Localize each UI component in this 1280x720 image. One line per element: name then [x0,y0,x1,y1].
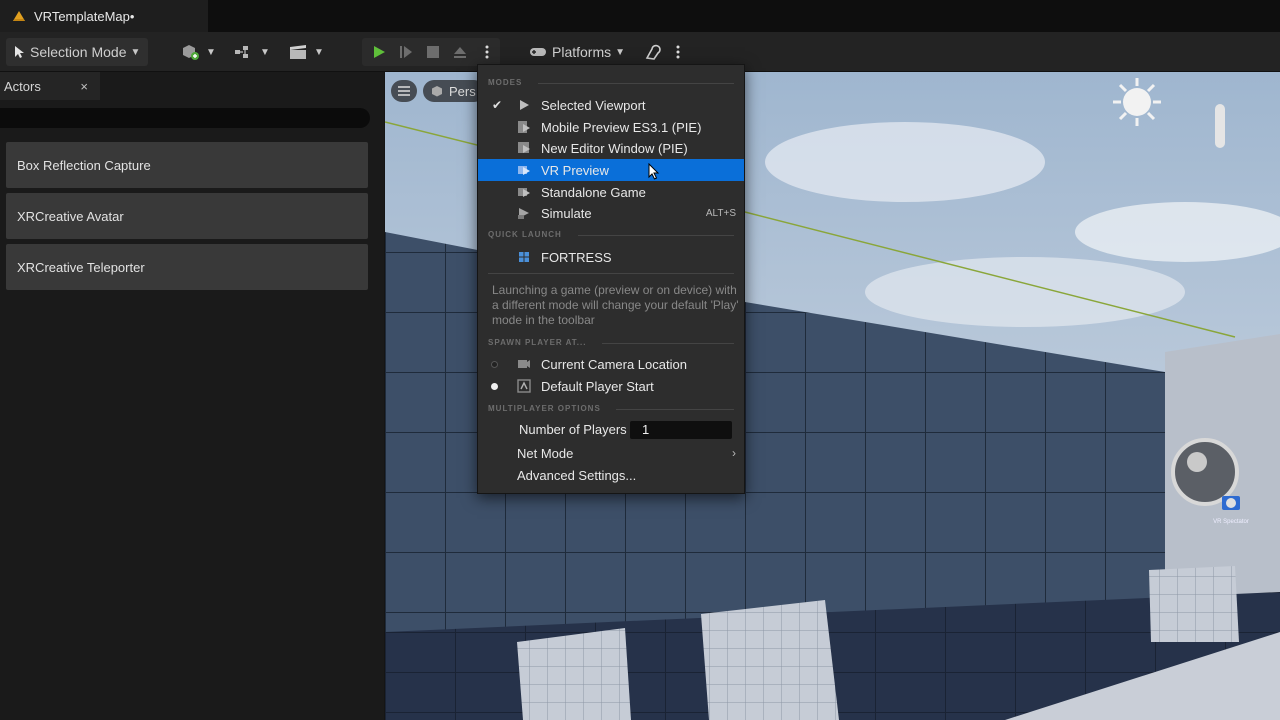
clapperboard-icon [290,45,306,59]
chevron-down-icon: ▼ [314,46,324,58]
section-divider [616,409,734,410]
chevron-down-icon: ▼ [130,46,141,58]
play-viewport-icon [516,97,532,113]
add-cube-icon [183,45,199,60]
menu-item-vr-preview[interactable]: VR Preview [478,159,744,181]
play-options-button[interactable] [473,38,500,66]
map-tab-title: VRTemplateMap• [34,8,135,24]
level-map-icon [13,11,25,21]
menu-item-selected-viewport[interactable]: ✔ Selected Viewport [478,94,744,116]
stop-icon [426,46,439,58]
menu-item-net-mode[interactable]: Net Mode › [478,442,744,464]
play-mode-menu: MODES ✔ Selected Viewport Mobile Preview… [477,64,745,494]
blueprint-button[interactable]: ▼ [234,38,274,66]
kebab-menu-icon [676,45,680,59]
eject-button[interactable] [446,38,473,66]
windows-platform-icon [516,249,532,265]
section-spawn-header: SPAWN PLAYER AT... [488,338,594,347]
platforms-dropdown[interactable]: Platforms ▼ [524,38,628,66]
perspective-cube-icon [432,86,442,97]
simulate-icon [516,205,532,221]
menu-item-current-camera-location[interactable]: Current Camera Location [478,353,744,375]
shortcut-label: ALT+S [705,207,736,219]
section-multiplayer-header: MULTIPLAYER OPTIONS [488,404,609,413]
mode-change-hint: Launching a game (preview or on device) … [492,283,739,327]
hamburger-icon [398,86,410,96]
section-divider [602,343,734,344]
play-icon [374,46,386,58]
eject-icon [453,47,466,58]
menu-item-mobile-preview[interactable]: Mobile Preview ES3.1 (PIE) [478,116,744,138]
camera-actor-icon [1222,496,1240,510]
check-icon: ✔ [492,98,503,112]
project-settings-button[interactable] [644,38,668,66]
cinematics-button[interactable]: ▼ [288,38,328,66]
gamepad-icon [530,48,546,56]
place-actors-panel: Actors × Box Reflection Capture XRCreati… [0,72,384,720]
title-tab-bar: VRTemplateMap• [0,0,1280,32]
menu-item-new-editor-window[interactable]: New Editor Window (PIE) [478,137,744,159]
chevron-right-icon: › [732,446,736,460]
stop-button[interactable] [420,38,447,66]
section-quick-launch-header: QUICK LAUNCH [488,230,570,239]
menu-item-quick-launch-device[interactable]: FORTRESS [478,246,744,268]
cursor-select-icon [15,46,24,58]
play-button[interactable] [366,38,393,66]
platforms-label: Platforms [552,44,612,60]
frame-advance-button[interactable] [393,38,420,66]
step-forward-icon [400,46,413,58]
chevron-down-icon: ▼ [206,46,216,58]
place-actors-tab[interactable]: Actors × [0,72,100,100]
spectator-label: VR Spectator [1213,519,1249,525]
standalone-game-icon [516,184,532,200]
actor-list-item[interactable]: XRCreative Avatar [6,193,368,239]
actor-list-item[interactable]: XRCreative Teleporter [6,244,368,290]
chevron-down-icon: ▼ [260,46,270,58]
settings-gear-icon [645,44,661,60]
menu-item-default-player-start[interactable]: Default Player Start [478,375,744,397]
selection-mode-dropdown[interactable]: Selection Mode ▼ [6,38,148,66]
radio-unselected-icon [491,360,498,368]
number-of-players-input[interactable]: 1 [630,421,732,439]
add-actor-button[interactable]: ▼ [180,38,220,66]
vr-headset-icon [516,162,532,178]
number-of-players-label: Number of Players [519,422,627,437]
vr-spectator-actor[interactable]: VR Spectator [1205,492,1257,525]
player-start-icon [516,378,532,394]
search-input[interactable] [0,108,370,128]
perspective-label: Pers [449,83,476,99]
actor-label: XRCreative Teleporter [17,259,145,275]
menu-item-simulate[interactable]: Simulate ALT+S [478,202,744,224]
actor-list-item[interactable]: Box Reflection Capture [6,142,368,188]
map-document-tab[interactable]: VRTemplateMap• [0,0,208,32]
chevron-down-icon: ▼ [615,46,626,58]
actor-label: XRCreative Avatar [17,208,124,224]
kebab-menu-icon [485,45,489,59]
play-controls [362,38,500,66]
blueprint-graph-icon [235,46,248,58]
selection-mode-label: Selection Mode [30,44,127,60]
toolbar-more-button[interactable] [676,38,686,66]
new-window-icon [516,140,532,156]
perspective-button[interactable]: Pers [423,80,485,102]
mobile-preview-icon [516,119,532,135]
viewport-menu-button[interactable] [391,80,417,102]
mouse-cursor-icon [648,163,660,180]
actor-label: Box Reflection Capture [17,157,151,173]
menu-item-advanced-settings[interactable]: Advanced Settings... [478,464,744,486]
close-icon[interactable]: × [80,79,88,94]
panel-tab-label: Actors [4,78,41,94]
section-modes-header: MODES [488,78,530,87]
menu-item-standalone-game[interactable]: Standalone Game [478,181,744,203]
radio-selected-icon [491,382,498,390]
unreal-editor: VRTemplateMap• Selection Mode ▼ ▼ ▼ ▼ Pl… [0,0,1280,720]
camera-icon [516,356,532,372]
section-divider [578,235,734,236]
section-divider [538,83,734,84]
section-divider [488,273,734,274]
